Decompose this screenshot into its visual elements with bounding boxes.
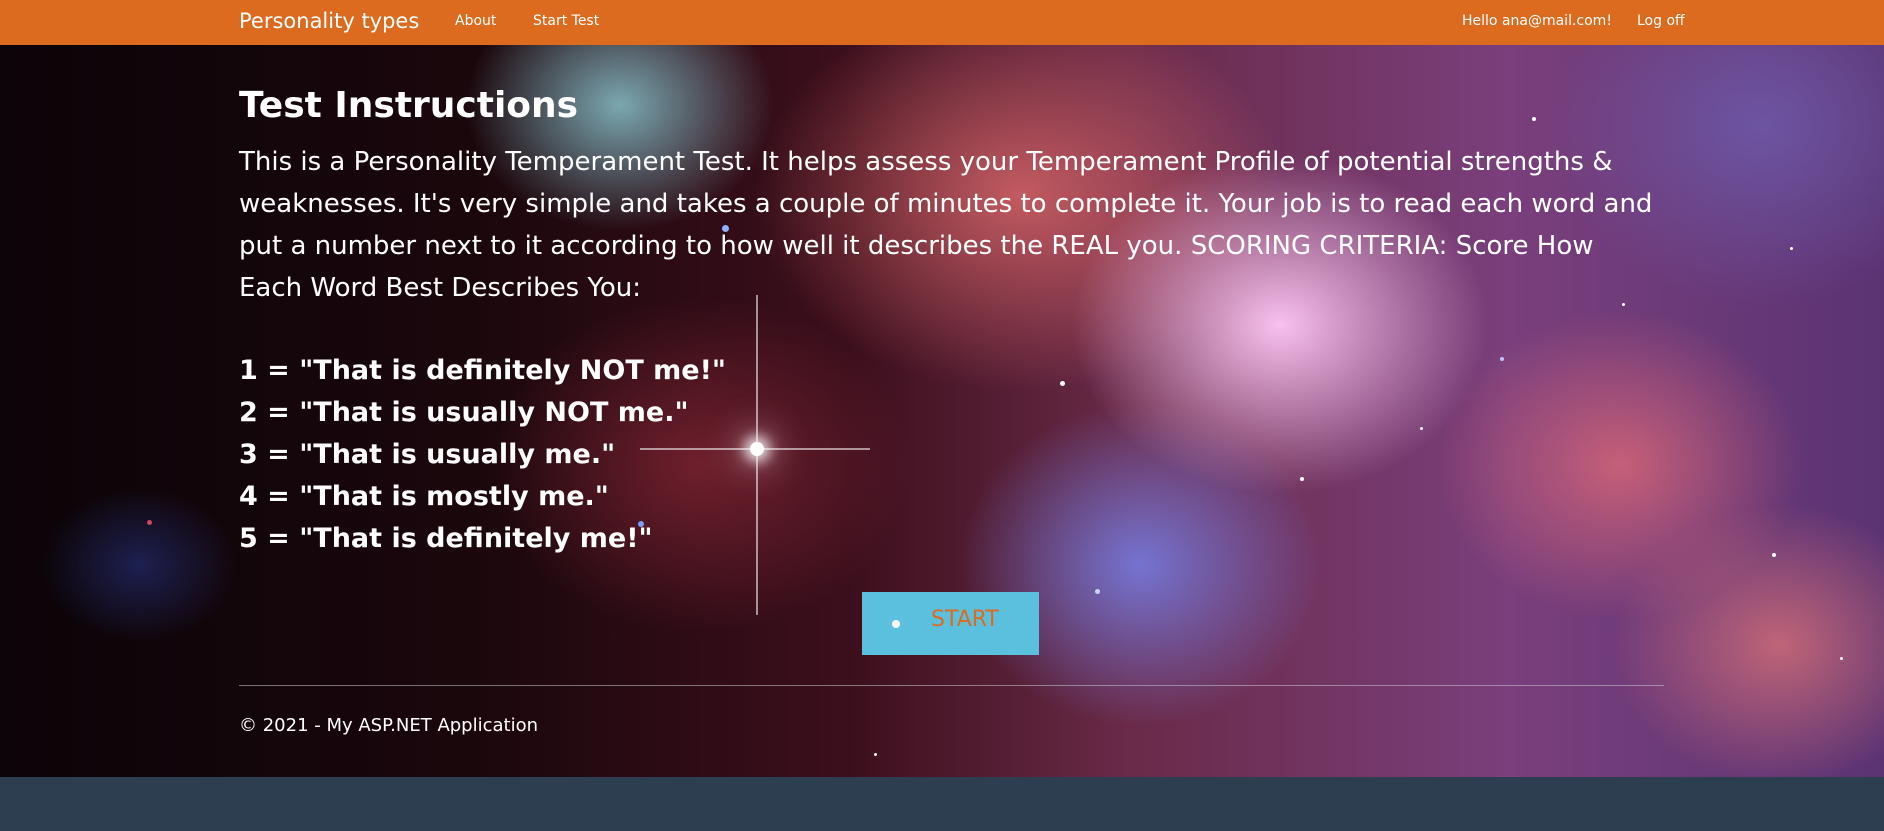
instructions-text: This is a Personality Temperament Test. … (239, 147, 1653, 303)
score-item-1: 1 = "That is definitely NOT me!" (239, 355, 726, 386)
star (1532, 117, 1536, 121)
start-link[interactable]: START (931, 607, 999, 632)
star (1772, 553, 1776, 557)
star (1790, 247, 1793, 250)
star (1060, 381, 1065, 386)
star (147, 520, 152, 525)
page-title: Test Instructions (239, 85, 579, 126)
top-navbar: Personality types About Start Test Hello… (0, 0, 1884, 45)
score-item-4: 4 = "That is mostly me." (239, 481, 609, 512)
brand-link[interactable]: Personality types (239, 9, 419, 33)
star (874, 753, 877, 756)
log-off-link[interactable]: Log off (1637, 13, 1685, 29)
nav-start-test-link[interactable]: Start Test (533, 13, 599, 29)
star (1500, 357, 1504, 361)
nav-about-link[interactable]: About (455, 13, 496, 29)
star (1095, 589, 1100, 594)
user-greeting-link[interactable]: Hello ana@mail.com! (1462, 13, 1612, 29)
footer-copyright: © 2021 - My ASP.NET Application (239, 715, 539, 736)
start-button[interactable]: START (862, 592, 1039, 655)
star (1840, 657, 1843, 660)
scoring-criteria-list: 1 = "That is definitely NOT me!" 2 = "Th… (239, 350, 726, 560)
score-item-3: 3 = "That is usually me." (239, 439, 616, 470)
footer-divider (239, 685, 1664, 686)
star (1420, 427, 1423, 430)
score-item-5: 5 = "That is definitely me!" (239, 523, 653, 554)
score-item-2: 2 = "That is usually NOT me." (239, 397, 689, 428)
star-spike (756, 295, 758, 615)
bullet-icon (892, 620, 900, 628)
star (1300, 477, 1304, 481)
